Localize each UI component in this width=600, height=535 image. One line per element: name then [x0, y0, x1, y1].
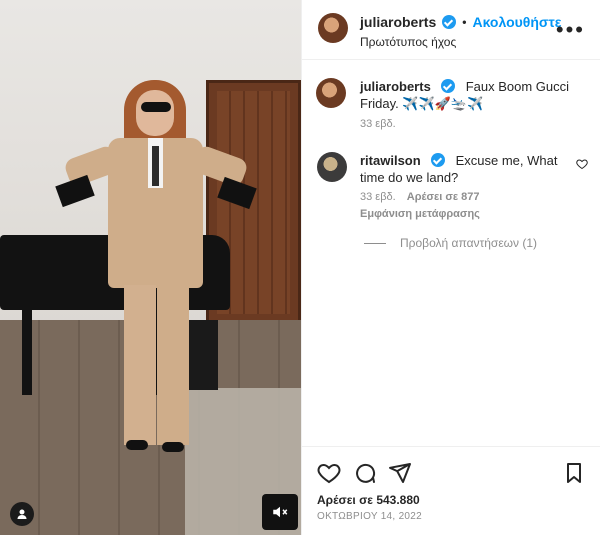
right-shoe — [162, 442, 184, 452]
replies-label[interactable]: Προβολή απαντήσεων (1) — [400, 236, 537, 250]
author-row: juliaroberts • Ακολουθήστε — [360, 14, 561, 30]
caption-text-row: juliaroberts Faux Boom Gucci Friday. ✈️✈… — [360, 78, 590, 112]
commenter-avatar[interactable] — [317, 152, 347, 182]
separator-dot: • — [462, 15, 467, 29]
audio-label[interactable]: Πρωτότυπος ήχος — [360, 35, 456, 49]
right-trouser-leg — [157, 285, 189, 445]
tagged-user-button[interactable] — [10, 502, 34, 526]
view-replies[interactable]: Προβολή απαντήσεων (1) — [364, 236, 537, 250]
right-cuff — [217, 176, 257, 210]
comment-likes[interactable]: Αρέσει σε 877 — [407, 191, 480, 203]
tie — [152, 146, 159, 186]
author-avatar[interactable] — [318, 13, 348, 43]
verified-icon — [441, 79, 456, 93]
piano-leg — [22, 300, 32, 395]
instagram-post: juliaroberts • Ακολουθήστε Πρωτότυπος ήχ… — [0, 0, 600, 535]
comment-like-icon[interactable] — [576, 158, 588, 170]
post-likes[interactable]: Αρέσει σε 543.880 — [317, 493, 420, 507]
verified-icon — [442, 15, 457, 29]
comment-icon[interactable] — [353, 461, 377, 485]
post-header: juliaroberts • Ακολουθήστε Πρωτότυπος ήχ… — [302, 0, 600, 60]
translate-link[interactable]: Εμφάνιση μετάφρασης — [360, 208, 480, 220]
caption-time[interactable]: 33 εβδ. — [360, 118, 396, 130]
left-shoe — [126, 440, 148, 450]
comment-text-row: ritawilson Excuse me, What time do we la… — [360, 152, 565, 186]
verified-icon — [431, 153, 446, 167]
share-icon[interactable] — [388, 461, 412, 485]
comment-username[interactable]: ritawilson — [360, 153, 421, 168]
mute-button[interactable] — [262, 494, 298, 530]
left-cuff — [55, 174, 95, 208]
more-options-button[interactable]: ••• — [556, 17, 585, 43]
bookmark-icon[interactable] — [562, 461, 586, 485]
person-figure — [55, 80, 257, 460]
replies-line — [364, 242, 386, 244]
comment-meta: 33 εβδ. Αρέσει σε 877 — [360, 191, 480, 203]
post-sidebar: juliaroberts • Ακολουθήστε Πρωτότυπος ήχ… — [301, 0, 600, 535]
post-date[interactable]: ΟΚΤΩΒΡΙΟΥ 14, 2022 — [317, 511, 422, 522]
post-video[interactable] — [0, 0, 301, 535]
caption-username[interactable]: juliaroberts — [360, 79, 431, 94]
heart-icon[interactable] — [317, 461, 341, 485]
comment-time[interactable]: 33 εβδ. — [360, 191, 396, 203]
left-trouser-leg — [124, 285, 156, 445]
post-actions: Αρέσει σε 543.880 ΟΚΤΩΒΡΙΟΥ 14, 2022 — [302, 446, 600, 535]
user-icon — [17, 509, 27, 519]
caption-avatar[interactable] — [316, 78, 346, 108]
follow-button[interactable]: Ακολουθήστε — [472, 14, 561, 30]
author-username[interactable]: juliaroberts — [360, 14, 436, 30]
mute-icon — [273, 506, 288, 518]
person-face — [136, 90, 174, 136]
sunglasses — [141, 102, 171, 112]
